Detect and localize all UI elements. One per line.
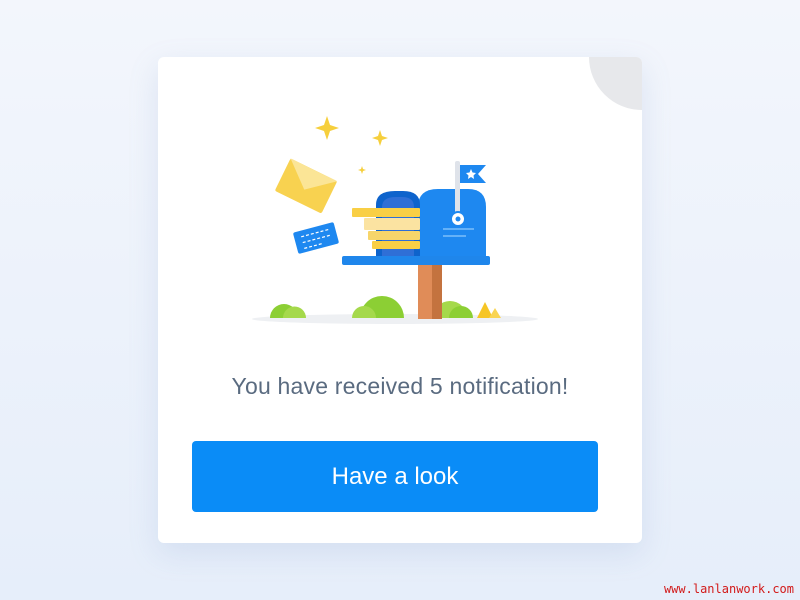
- notification-dialog: You have received 5 notification! Have a…: [158, 57, 642, 543]
- sparkle-icon: [315, 116, 388, 174]
- bush-icon: [270, 296, 501, 318]
- letters-icon: [352, 208, 420, 249]
- notification-message: You have received 5 notification!: [231, 373, 569, 399]
- watermark: www.lanlanwork.com: [663, 582, 794, 596]
- envelope-icon: [275, 158, 338, 213]
- have-a-look-button[interactable]: Have a look: [192, 441, 598, 512]
- ticket-icon: [293, 222, 339, 254]
- mailbox-illustration: [252, 116, 538, 324]
- close-button[interactable]: [589, 57, 642, 110]
